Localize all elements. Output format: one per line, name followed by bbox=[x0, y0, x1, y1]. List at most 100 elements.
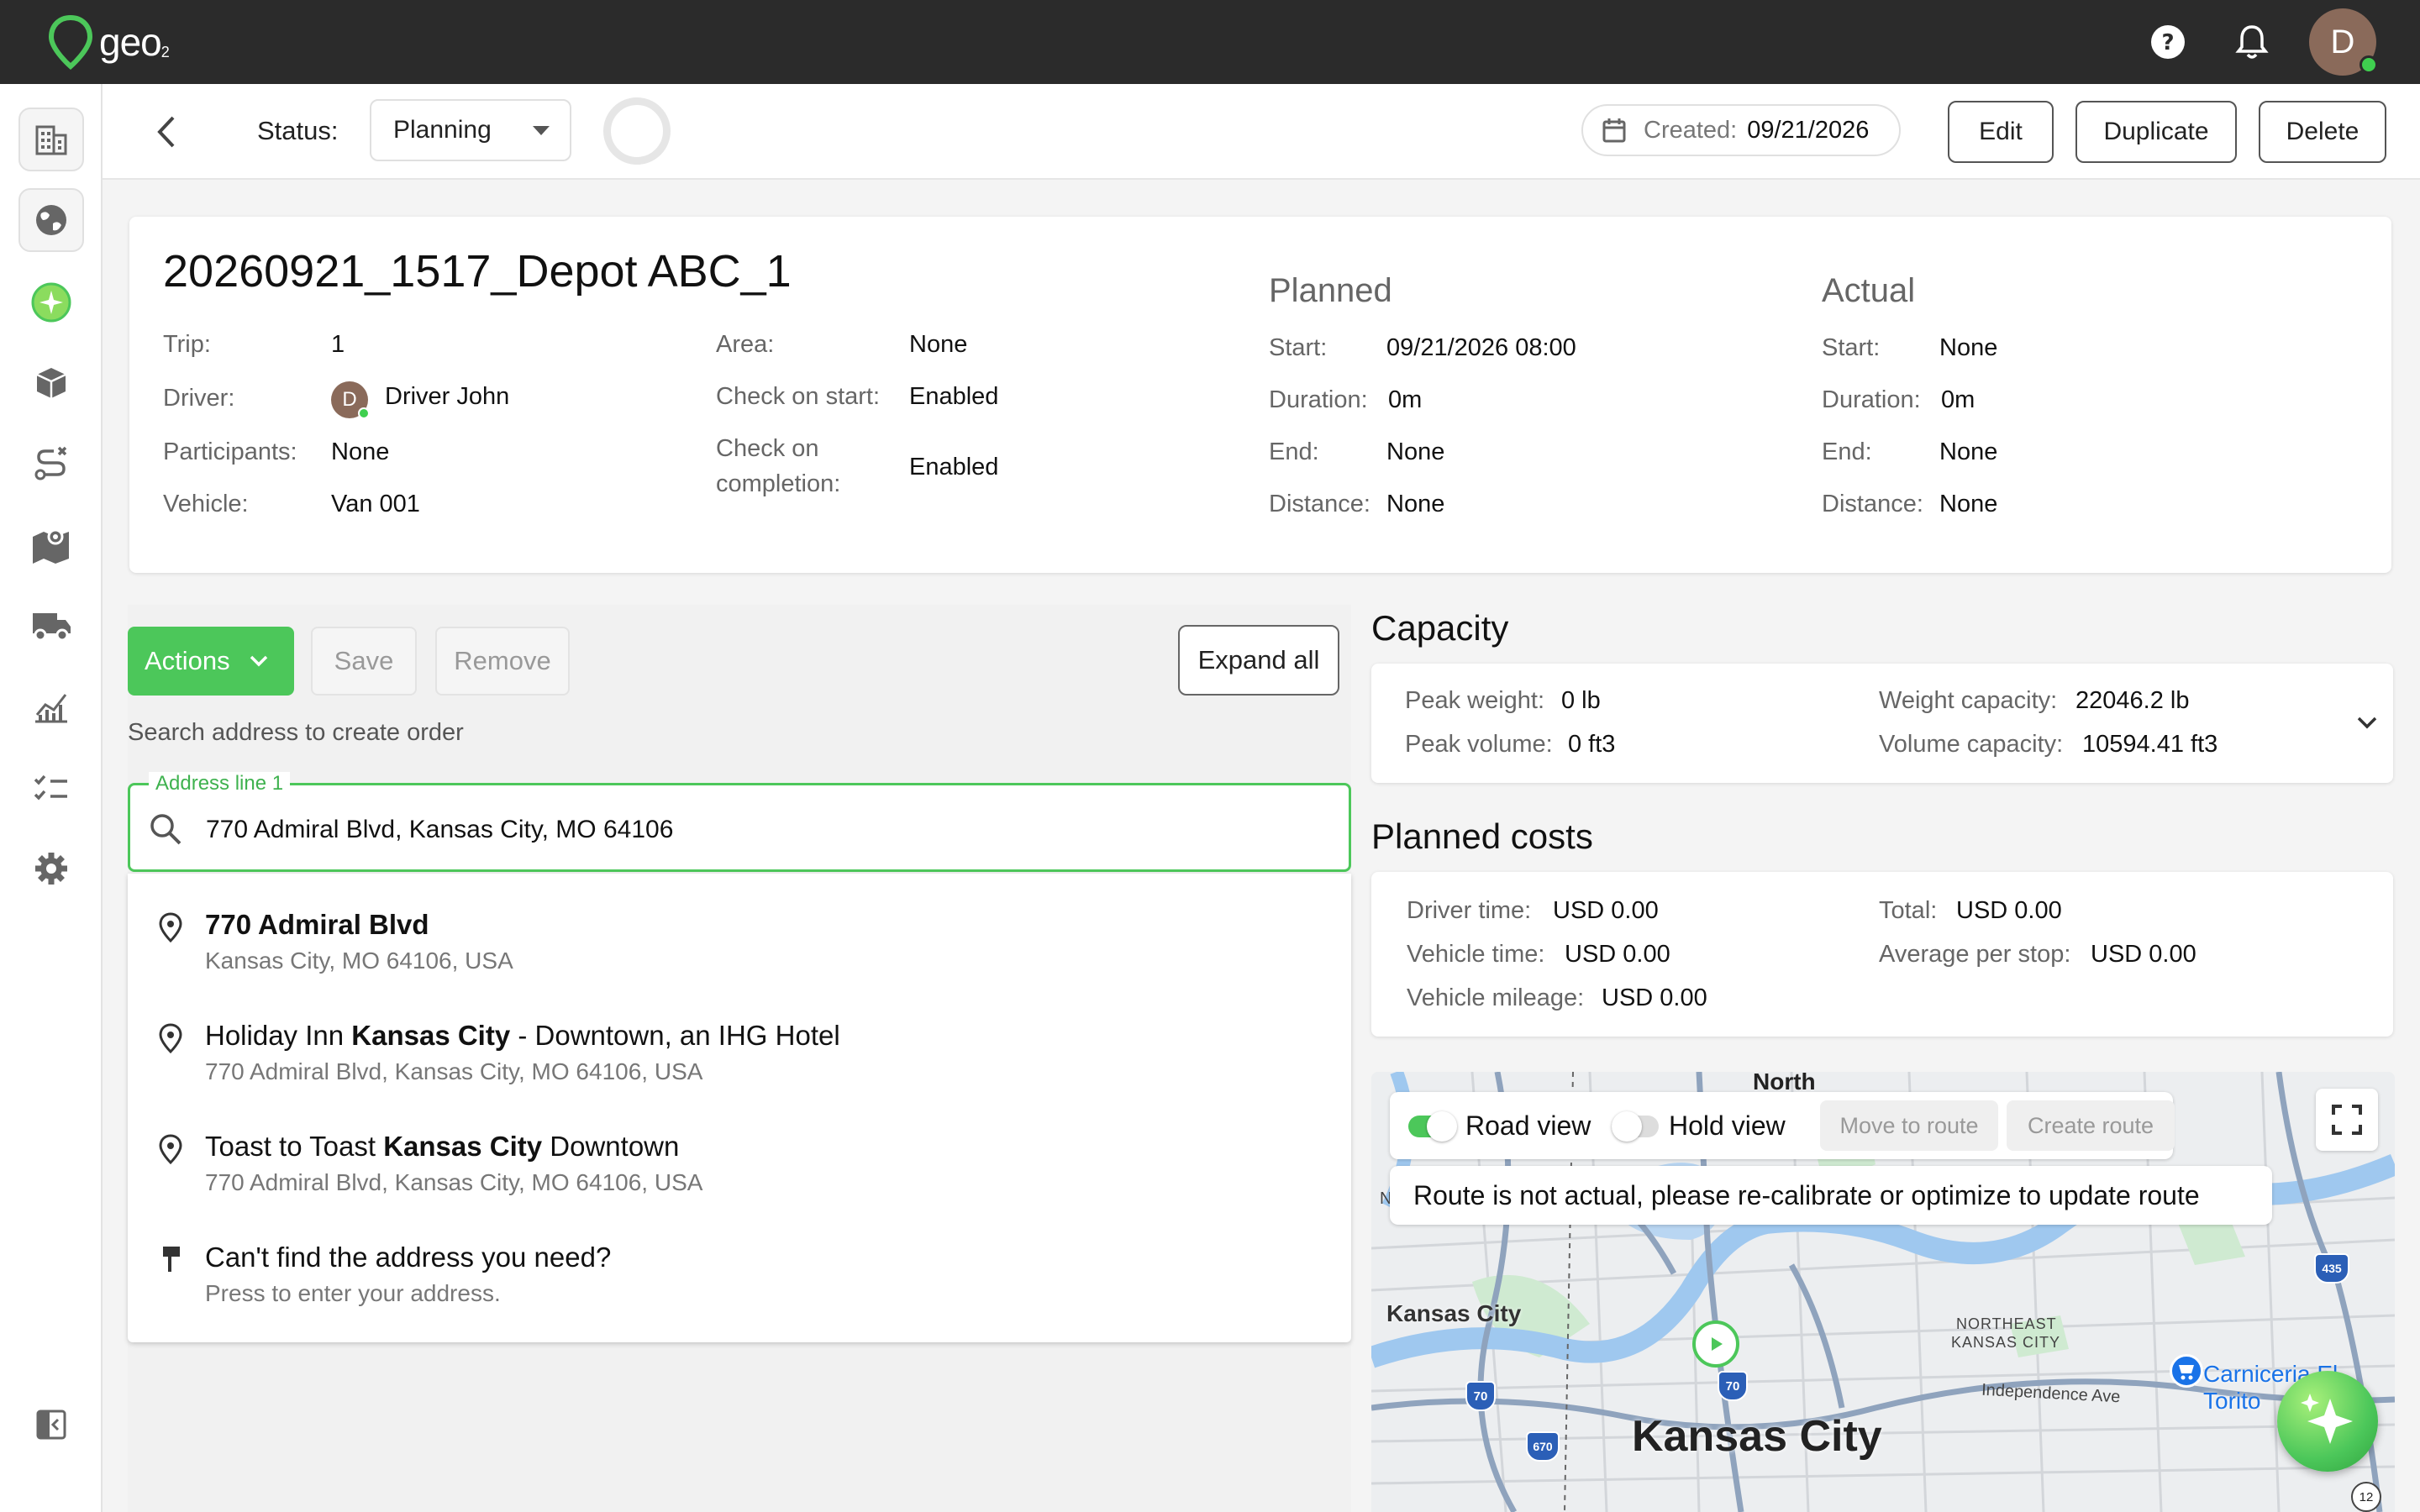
actions-label: Actions bbox=[145, 646, 230, 675]
sidebar-item-routes[interactable] bbox=[18, 432, 84, 496]
sidebar-item-ai-globe[interactable] bbox=[18, 270, 84, 334]
planned-start-label: Start: bbox=[1269, 334, 1328, 361]
driver-avatar: D bbox=[331, 381, 370, 419]
signpost-icon bbox=[163, 1247, 180, 1272]
hold-view-label: Hold view bbox=[1669, 1110, 1786, 1141]
actual-end-label: End: bbox=[1822, 438, 1872, 465]
move-to-route-button[interactable]: Move to route bbox=[1820, 1100, 1998, 1151]
capacity-heading: Capacity bbox=[1371, 608, 1509, 648]
weight-capacity-label: Weight capacity: bbox=[1879, 687, 2058, 714]
volume-capacity-value: 10594.41 ft3 bbox=[2082, 731, 2218, 758]
address-field-legend: Address line 1 bbox=[149, 772, 291, 795]
vehicle-value[interactable]: Van 001 bbox=[331, 491, 420, 518]
chevron-down-icon[interactable] bbox=[2356, 716, 2378, 731]
suggestion-item[interactable]: Holiday Inn Kansas City - Downtown, an I… bbox=[128, 984, 1351, 1092]
back-button[interactable] bbox=[146, 111, 188, 153]
check-on-completion-value: Enabled bbox=[909, 454, 999, 480]
planned-costs-heading: Planned costs bbox=[1371, 816, 1593, 856]
trip-value: 1 bbox=[331, 331, 345, 358]
edit-button[interactable]: Edit bbox=[1948, 101, 2054, 163]
actual-start-value: None bbox=[1939, 334, 1998, 361]
shopping-cart-icon[interactable] bbox=[2170, 1354, 2203, 1388]
sidebar-item-map[interactable] bbox=[18, 512, 84, 576]
help-icon[interactable]: ? bbox=[2148, 22, 2188, 62]
address-input-field[interactable]: Address line 1 770 Admiral Blvd, Kansas … bbox=[128, 772, 1351, 872]
manual-address-item[interactable]: Can't find the address you need? Press t… bbox=[128, 1206, 1351, 1315]
ai-assistant-button[interactable] bbox=[2277, 1371, 2378, 1472]
planned-start-value: 09/21/2026 08:00 bbox=[1386, 334, 1576, 361]
sidebar-item-vehicles[interactable] bbox=[18, 593, 84, 657]
sidebar-collapse-button[interactable] bbox=[18, 1393, 84, 1457]
trip-details-card: 20260921_1517_Depot ABC_1 Trip: 1 Driver… bbox=[129, 217, 2391, 573]
create-route-button[interactable]: Create route bbox=[2007, 1100, 2175, 1151]
area-label: Area: bbox=[716, 331, 775, 358]
map-icon bbox=[33, 528, 69, 564]
map-label-northeast-kc: KANSAS CITY bbox=[1951, 1334, 2061, 1351]
map-toolbar: Road view Hold view Move to route Create… bbox=[1390, 1092, 2175, 1159]
planned-duration-label: Duration: bbox=[1269, 386, 1368, 413]
created-value: 09/21/2026 bbox=[1747, 116, 1870, 144]
address-suggestions: 770 Admiral Blvd Kansas City, MO 64106, … bbox=[128, 874, 1351, 1342]
shield-number: 12 bbox=[2359, 1489, 2374, 1504]
suggestion-post: Downtown bbox=[542, 1131, 680, 1162]
average-per-stop-value: USD 0.00 bbox=[2091, 941, 2196, 968]
route-map[interactable]: North N Kansas City Kansas City NORTHEAS… bbox=[1371, 1072, 2395, 1512]
planned-duration-value: 0m bbox=[1388, 386, 1423, 413]
location-pin-icon bbox=[159, 912, 182, 942]
suggestion-bold: Kansas City bbox=[383, 1131, 543, 1162]
check-on-completion-label-line1: Check on bbox=[716, 435, 819, 462]
address-input-value[interactable]: 770 Admiral Blvd, Kansas City, MO 64106 bbox=[206, 816, 673, 844]
bell-icon[interactable] bbox=[2232, 22, 2272, 62]
user-avatar[interactable]: D bbox=[2309, 8, 2378, 76]
vehicle-time-value: USD 0.00 bbox=[1565, 941, 1670, 968]
suggestion-sub: 770 Admiral Blvd, Kansas City, MO 64106,… bbox=[205, 1058, 703, 1084]
sidebar-item-analytics[interactable] bbox=[18, 675, 84, 739]
hold-view-toggle[interactable] bbox=[1612, 1111, 1659, 1142]
planned-costs-card: Driver time: USD 0.00 Vehicle time: USD … bbox=[1371, 872, 2393, 1037]
vehicle-label: Vehicle: bbox=[163, 491, 249, 517]
delete-button[interactable]: Delete bbox=[2259, 101, 2386, 163]
status-value: Planning bbox=[393, 116, 492, 144]
expand-all-button[interactable]: Expand all bbox=[1178, 625, 1339, 696]
road-view-toggle[interactable] bbox=[1408, 1111, 1457, 1142]
route-start-marker[interactable] bbox=[1692, 1320, 1739, 1368]
collapse-icon bbox=[36, 1410, 66, 1440]
save-button[interactable]: Save bbox=[311, 627, 417, 696]
status-select[interactable]: Planning bbox=[370, 99, 571, 161]
remove-button[interactable]: Remove bbox=[435, 627, 570, 696]
sidebar-item-settings[interactable] bbox=[18, 837, 84, 900]
driver-time-value: USD 0.00 bbox=[1553, 897, 1659, 924]
sidebar-item-orders[interactable] bbox=[18, 351, 84, 415]
user-initial: D bbox=[2330, 23, 2355, 60]
sparkle-globe-icon bbox=[31, 282, 71, 323]
logo-subscript: 2 bbox=[160, 43, 170, 60]
capacity-card[interactable]: Peak weight: 0 lb Peak volume: 0 ft3 Wei… bbox=[1371, 664, 2393, 783]
weight-capacity-value: 22046.2 lb bbox=[2075, 687, 2190, 714]
app-logo[interactable]: geo 2 bbox=[47, 12, 170, 72]
planned-distance-label: Distance: bbox=[1269, 491, 1370, 517]
road-view-label: Road view bbox=[1465, 1110, 1591, 1141]
sidebar-item-globe[interactable] bbox=[18, 188, 84, 252]
driver-value[interactable]: Driver John bbox=[385, 383, 509, 411]
created-date: Created: 09/21/2026 bbox=[1581, 104, 1901, 156]
actions-button[interactable]: Actions bbox=[128, 627, 294, 696]
online-indicator bbox=[2360, 55, 2378, 74]
suggestion-main: Holiday Inn Kansas City - Downtown, an I… bbox=[205, 1020, 840, 1052]
sidebar-item-tasks[interactable] bbox=[18, 756, 84, 820]
check-on-start-label: Check on start: bbox=[716, 383, 881, 410]
actual-distance-label: Distance: bbox=[1822, 491, 1923, 517]
sidebar bbox=[0, 84, 103, 1512]
suggestion-pre: Holiday Inn bbox=[205, 1020, 352, 1051]
peak-volume-label: Peak volume: bbox=[1405, 731, 1553, 758]
sidebar-item-organizations[interactable] bbox=[18, 108, 84, 171]
interstate-shield: 670 bbox=[1526, 1431, 1560, 1462]
peak-weight-value: 0 lb bbox=[1561, 687, 1601, 714]
suggestion-item[interactable]: Toast to Toast Kansas City Downtown 770 … bbox=[128, 1095, 1351, 1203]
loading-spinner bbox=[603, 97, 671, 165]
suggestion-item[interactable]: 770 Admiral Blvd Kansas City, MO 64106, … bbox=[128, 874, 1351, 981]
fullscreen-button[interactable] bbox=[2316, 1089, 2378, 1151]
duplicate-button[interactable]: Duplicate bbox=[2075, 101, 2237, 163]
planned-distance-value: None bbox=[1386, 491, 1445, 517]
truck-icon bbox=[33, 613, 71, 642]
peak-volume-value: 0 ft3 bbox=[1568, 731, 1616, 758]
